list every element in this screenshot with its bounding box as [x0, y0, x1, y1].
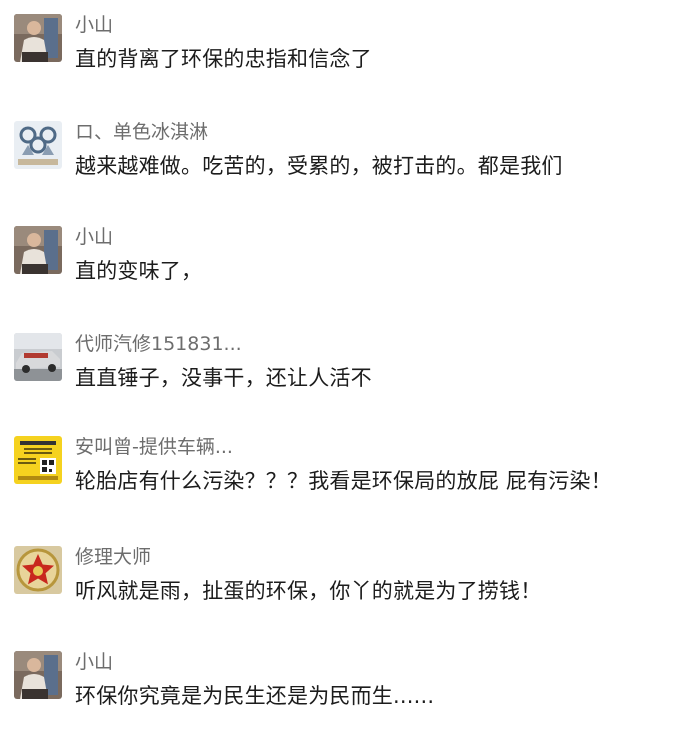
- comment-author[interactable]: 小山: [75, 224, 113, 250]
- comment-item: 小山 直的背离了环保的忠指和信念了: [0, 14, 696, 114]
- comment-text: 轮胎店有什么污染？？？我看是环保局的放屁 屁有污染！: [75, 469, 612, 493]
- comment-feed: 小山 直的背离了环保的忠指和信念了 ロ、单色冰淇淋 越来越难做。吃苦的，受累的，…: [0, 0, 696, 717]
- comment-item: 修理大师 听风就是雨，扯蛋的环保，你丫的就是为了捞钱！: [0, 546, 696, 646]
- comment-item: 代师汽修151831... 直直锤子，没事干，还让人活不: [0, 333, 696, 433]
- person-photo-avatar-icon[interactable]: [14, 651, 62, 699]
- comment-author[interactable]: ロ、单色冰淇淋: [75, 119, 208, 145]
- red-star-emblem-avatar-icon[interactable]: [14, 546, 62, 594]
- comment-text: 越来越难做。吃苦的，受累的，被打击的。都是我们: [75, 154, 563, 178]
- comment-item: 安叫曾-提供车辆... 轮胎店有什么污染？？？我看是环保局的放屁 屁有污染！: [0, 436, 696, 536]
- person-photo-avatar-icon[interactable]: [14, 14, 62, 62]
- comment-author[interactable]: 安叫曾-提供车辆...: [75, 434, 233, 460]
- comment-author[interactable]: 小山: [75, 649, 113, 675]
- yellow-qr-poster-avatar-icon[interactable]: [14, 436, 62, 484]
- car-photo-avatar-icon[interactable]: [14, 333, 62, 381]
- cartoon-figures-avatar-icon[interactable]: [14, 121, 62, 169]
- comment-text: 直直锤子，没事干，还让人活不: [75, 366, 372, 390]
- comment-text: 环保你究竟是为民生还是为民而生......: [75, 684, 435, 708]
- comment-text: 直的背离了环保的忠指和信念了: [75, 47, 372, 71]
- comment-item: ロ、单色冰淇淋 越来越难做。吃苦的，受累的，被打击的。都是我们: [0, 121, 696, 221]
- comment-author[interactable]: 代师汽修151831...: [75, 331, 242, 357]
- comment-item: 小山 环保你究竟是为民生还是为民而生......: [0, 651, 696, 751]
- comment-author[interactable]: 修理大师: [75, 544, 151, 570]
- comment-author[interactable]: 小山: [75, 12, 113, 38]
- comment-text: 直的变味了，: [75, 259, 203, 283]
- comment-item: 小山 直的变味了，: [0, 226, 696, 326]
- person-photo-avatar-icon[interactable]: [14, 226, 62, 274]
- comment-text: 听风就是雨，扯蛋的环保，你丫的就是为了捞钱！: [75, 579, 542, 603]
